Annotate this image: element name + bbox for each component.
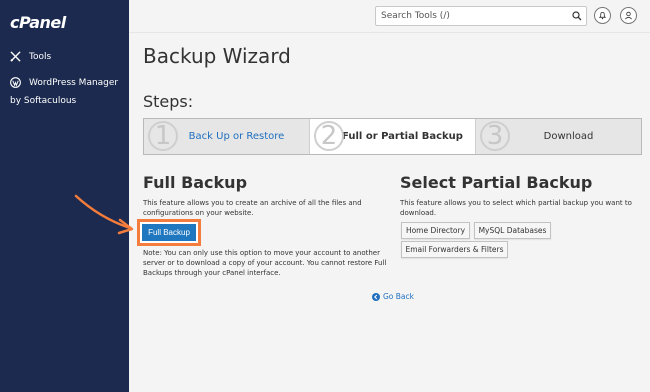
steps-bar: 1 Back Up or Restore 2 Full or Partial B… — [143, 118, 642, 155]
partial-backup-description: This feature allows you to select which … — [400, 199, 632, 217]
step-download: 3 Download — [476, 119, 641, 154]
user-icon — [625, 11, 632, 20]
go-back-link[interactable]: Go Back — [372, 292, 414, 301]
page-title: Backup Wizard — [143, 44, 291, 68]
back-arrow-icon — [372, 292, 380, 301]
home-directory-button[interactable]: Home Directory — [401, 222, 470, 239]
full-backup-highlight: Full Backup — [137, 219, 201, 246]
wordpress-icon — [10, 77, 21, 88]
cpanel-logo[interactable]: cPanel — [10, 13, 66, 32]
go-back-label: Go Back — [383, 292, 414, 301]
full-backup-heading: Full Backup — [143, 173, 248, 192]
sidebar-item-wordpress-manager[interactable]: WordPress Manager — [10, 77, 118, 90]
search-placeholder: Search Tools (/) — [381, 11, 450, 21]
step-number: 1 — [148, 121, 178, 151]
full-backup-description: This feature allows you to create an arc… — [143, 199, 362, 217]
tools-icon — [10, 51, 21, 62]
full-backup-button[interactable]: Full Backup — [142, 224, 196, 241]
step-label: Download — [543, 131, 594, 142]
sidebar-item-tools[interactable]: Tools — [10, 51, 51, 64]
notifications-button[interactable] — [594, 7, 611, 24]
search-icon[interactable] — [572, 11, 582, 21]
step-label: Back Up or Restore — [188, 131, 285, 142]
step-number: 2 — [314, 121, 344, 151]
annotation-arrow-icon — [74, 194, 134, 235]
step-back-up-or-restore[interactable]: 1 Back Up or Restore — [144, 119, 310, 154]
step-full-or-partial-backup: 2 Full or Partial Backup — [310, 119, 476, 154]
search-input[interactable]: Search Tools (/) — [375, 6, 587, 26]
sidebar-item-label: Tools — [29, 52, 52, 62]
step-number: 3 — [480, 121, 510, 151]
partial-backup-heading: Select Partial Backup — [400, 173, 593, 192]
sidebar-byline: by Softaculous — [10, 96, 77, 106]
email-forwarders-filters-button[interactable]: Email Forwarders & Filters — [401, 241, 508, 258]
bell-icon — [598, 11, 607, 20]
full-backup-note: Note: You can only use this option to mo… — [143, 249, 387, 277]
sidebar-item-label: WordPress Manager — [29, 78, 119, 88]
mysql-databases-button[interactable]: MySQL Databases — [474, 222, 551, 239]
step-label: Full or Partial Backup — [342, 131, 463, 142]
steps-label: Steps: — [143, 92, 194, 111]
user-menu-button[interactable] — [620, 7, 637, 24]
